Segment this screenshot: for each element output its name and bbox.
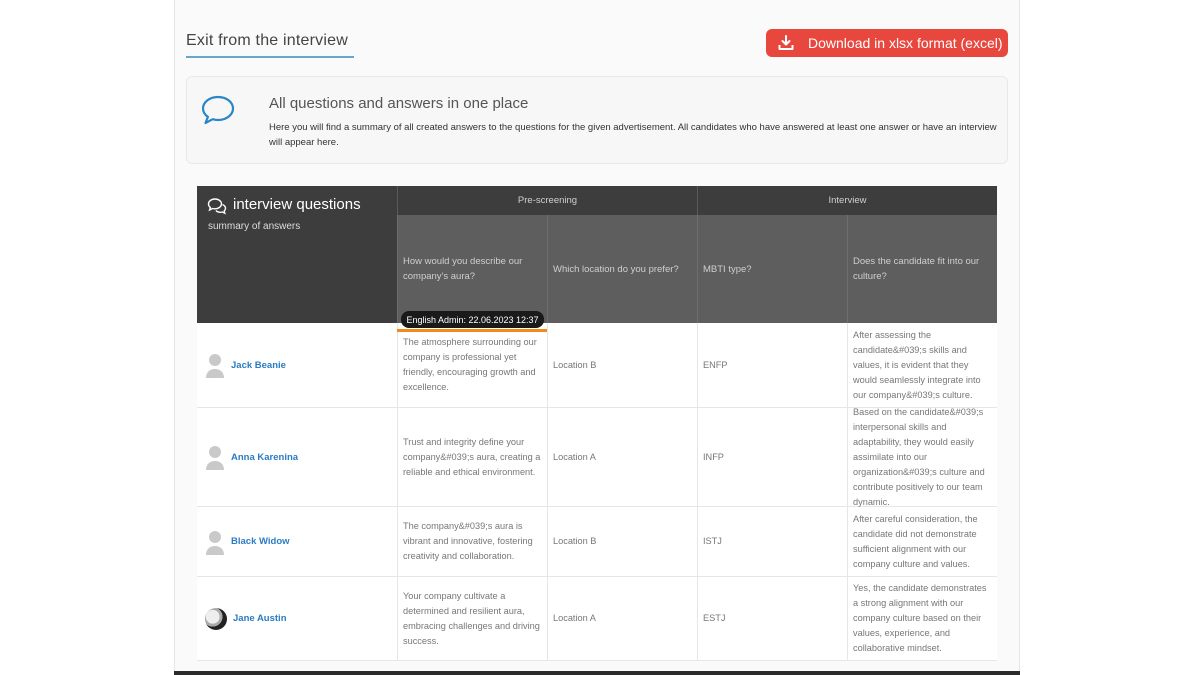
download-icon bbox=[778, 35, 794, 50]
candidate-cell: Jane Austin bbox=[197, 577, 397, 660]
table-row: Jane Austin Your company cultivate a det… bbox=[197, 577, 997, 661]
answer-mbti: ENFP bbox=[697, 323, 847, 407]
chat-icon bbox=[207, 198, 227, 215]
answer-culture: After assessing the candidate&#039;s ski… bbox=[847, 323, 997, 407]
answer-location: Location B bbox=[547, 507, 697, 576]
candidate-cell: Anna Karenina bbox=[197, 408, 397, 506]
answer-aura: Trust and integrity define your company&… bbox=[397, 408, 547, 506]
candidate-name[interactable]: Anna Karenina bbox=[231, 452, 298, 463]
exit-interview-link[interactable]: Exit from the interview bbox=[186, 32, 348, 50]
question-aura: How would you describe our company's aur… bbox=[397, 215, 547, 323]
group-interview: Interview bbox=[697, 186, 997, 215]
answer-author-tooltip: English Admin: 22.06.2023 12:37 bbox=[401, 311, 544, 328]
table-row: Jack Beanie The atmosphere surrounding o… bbox=[197, 323, 997, 408]
exit-underline bbox=[186, 56, 354, 58]
page: Exit from the interview Download in xlsx… bbox=[0, 0, 1200, 675]
speech-bubble-icon bbox=[201, 95, 235, 125]
candidate-name[interactable]: Jack Beanie bbox=[231, 360, 286, 371]
candidate-name[interactable]: Jane Austin bbox=[233, 613, 287, 624]
question-location: Which location do you prefer? bbox=[547, 215, 697, 323]
question-culture: Does the candidate fit into our culture? bbox=[847, 215, 997, 323]
download-xlsx-button[interactable]: Download in xlsx format (excel) bbox=[766, 29, 1008, 57]
answer-location: Location B bbox=[547, 323, 697, 407]
answer-aura: Your company cultivate a determined and … bbox=[397, 577, 547, 660]
download-button-label: Download in xlsx format (excel) bbox=[808, 35, 1003, 51]
tooltip-indicator-line bbox=[397, 329, 547, 332]
table-row: Anna Karenina Trust and integrity define… bbox=[197, 407, 997, 507]
candidate-cell: Jack Beanie bbox=[197, 323, 397, 407]
candidate-name[interactable]: Black Widow bbox=[231, 536, 290, 547]
table-row: Black Widow The company&#039;s aura is v… bbox=[197, 507, 997, 577]
answer-mbti: ISTJ bbox=[697, 507, 847, 576]
table-subtitle: summary of answers bbox=[208, 221, 301, 232]
avatar-placeholder-icon bbox=[206, 446, 224, 470]
table-title: interview questions bbox=[233, 196, 361, 213]
avatar-placeholder-icon bbox=[206, 354, 224, 378]
answer-culture: Based on the candidate&#039;s interperso… bbox=[847, 407, 997, 507]
answer-location: Location A bbox=[547, 577, 697, 660]
answer-culture: After careful consideration, the candida… bbox=[847, 507, 997, 576]
questions-header: interview questions summary of answers bbox=[197, 186, 397, 323]
answer-location: Location A bbox=[547, 408, 697, 506]
answer-culture: Yes, the candidate demonstrates a strong… bbox=[847, 577, 997, 660]
answer-aura: The atmosphere surrounding our company i… bbox=[397, 323, 547, 407]
answer-aura: The company&#039;s aura is vibrant and i… bbox=[397, 507, 547, 576]
info-title: All questions and answers in one place bbox=[269, 95, 529, 112]
bottom-bar bbox=[174, 671, 1020, 675]
info-text: Here you will find a summary of all crea… bbox=[269, 122, 997, 148]
candidate-cell: Black Widow bbox=[197, 507, 397, 576]
avatar-photo bbox=[205, 607, 227, 630]
avatar-placeholder-icon bbox=[206, 530, 224, 555]
answer-mbti: ESTJ bbox=[697, 577, 847, 660]
group-pre-screening: Pre-screening bbox=[397, 186, 697, 215]
answer-mbti: INFP bbox=[697, 408, 847, 506]
question-mbti: MBTI type? bbox=[697, 215, 847, 323]
